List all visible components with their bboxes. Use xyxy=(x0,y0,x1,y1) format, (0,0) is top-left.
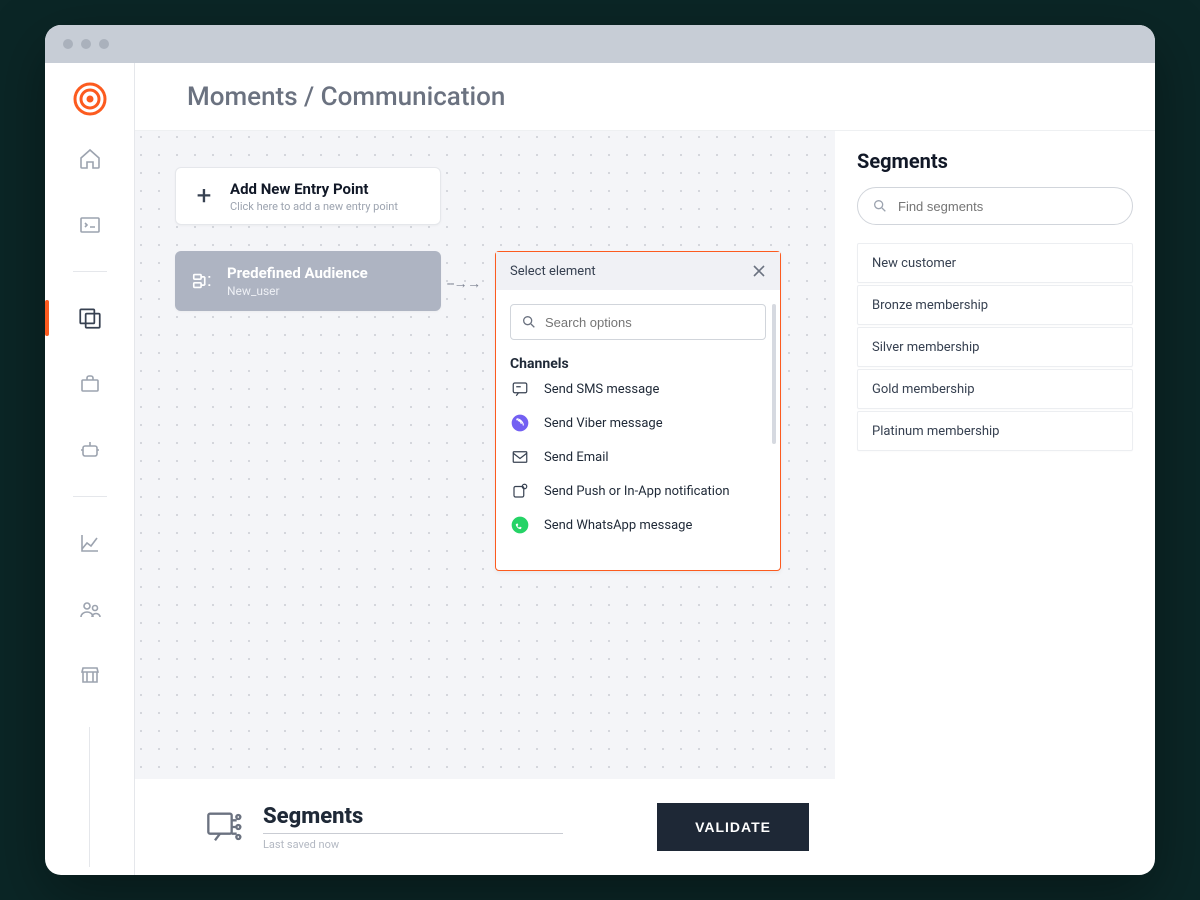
segments-search-input[interactable] xyxy=(898,199,1118,214)
canvas-footer: Segments Last saved now VALIDATE xyxy=(135,779,835,875)
email-icon xyxy=(510,447,530,467)
add-entry-point-node[interactable]: + Add New Entry Point Click here to add … xyxy=(175,167,441,225)
popup-scrollbar[interactable] xyxy=(772,304,776,444)
segment-label: New customer xyxy=(872,256,956,271)
popup-body: Channels Send SMS message xyxy=(496,290,780,570)
popup-search-input[interactable] xyxy=(545,315,755,330)
flow-canvas[interactable]: + Add New Entry Point Click here to add … xyxy=(135,131,835,875)
segment-label: Bronze membership xyxy=(872,298,988,313)
popup-search[interactable] xyxy=(510,304,766,340)
validate-button[interactable]: VALIDATE xyxy=(657,803,809,851)
segment-item[interactable]: Bronze membership xyxy=(857,285,1133,325)
workspace: + Add New Entry Point Click here to add … xyxy=(135,131,1155,875)
channel-label: Send WhatsApp message xyxy=(544,518,692,533)
main: Moments / Communication + Add New Entry … xyxy=(135,63,1155,875)
nav-people[interactable] xyxy=(66,585,114,633)
popup-header: Select element xyxy=(496,252,780,290)
segments-footer-icon xyxy=(205,807,245,847)
select-element-popup: Select element xyxy=(495,251,781,571)
nav-briefcase[interactable] xyxy=(66,360,114,408)
footer-left: Segments Last saved now xyxy=(205,804,563,851)
segments-search[interactable] xyxy=(857,187,1133,225)
app-logo xyxy=(72,81,108,117)
segment-item[interactable]: Silver membership xyxy=(857,327,1133,367)
audience-icon xyxy=(191,270,213,292)
nav-home[interactable] xyxy=(66,135,114,183)
nav-store[interactable] xyxy=(66,651,114,699)
connector-arrow: - - → → xyxy=(447,275,479,292)
footer-title[interactable]: Segments xyxy=(263,804,563,834)
popup-section-label: Channels xyxy=(510,356,766,372)
segment-item[interactable]: New customer xyxy=(857,243,1133,283)
app-window: Moments / Communication + Add New Entry … xyxy=(45,25,1155,875)
viber-icon xyxy=(510,413,530,433)
audience-subtitle: New_user xyxy=(227,284,368,298)
close-icon[interactable] xyxy=(752,264,766,278)
segment-label: Gold membership xyxy=(872,382,975,397)
search-icon xyxy=(521,314,537,330)
audience-title: Predefined Audience xyxy=(227,264,368,282)
window-dot xyxy=(99,39,109,49)
whatsapp-icon xyxy=(510,515,530,535)
sidebar xyxy=(45,63,135,875)
window-dot xyxy=(63,39,73,49)
nav-divider xyxy=(73,496,107,497)
nav-moments[interactable] xyxy=(66,294,114,342)
search-icon xyxy=(872,198,888,214)
channel-sms[interactable]: Send SMS message xyxy=(510,372,766,406)
channel-label: Send Push or In-App notification xyxy=(544,484,730,499)
entry-title: Add New Entry Point xyxy=(230,180,398,198)
predefined-audience-node[interactable]: Predefined Audience New_user xyxy=(175,251,441,311)
channel-push[interactable]: Send Push or In-App notification xyxy=(510,474,766,508)
popup-title: Select element xyxy=(510,264,596,279)
breadcrumb-text: Moments / Communication xyxy=(187,82,505,112)
footer-subtitle: Last saved now xyxy=(263,838,563,851)
channel-label: Send SMS message xyxy=(544,382,659,397)
segments-title: Segments xyxy=(857,149,1133,173)
segment-label: Silver membership xyxy=(872,340,979,355)
push-icon xyxy=(510,481,530,501)
channel-viber[interactable]: Send Viber message xyxy=(510,406,766,440)
segment-item[interactable]: Gold membership xyxy=(857,369,1133,409)
channel-label: Send Email xyxy=(544,450,609,465)
window-dot xyxy=(81,39,91,49)
nav-bot[interactable] xyxy=(66,426,114,474)
nav-divider xyxy=(73,271,107,272)
nav-terminal[interactable] xyxy=(66,201,114,249)
segment-label: Platinum membership xyxy=(872,424,999,439)
app-body: Moments / Communication + Add New Entry … xyxy=(45,63,1155,875)
canvas-wrap: + Add New Entry Point Click here to add … xyxy=(135,131,835,875)
nav-analytics[interactable] xyxy=(66,519,114,567)
channel-label: Send Viber message xyxy=(544,416,663,431)
channel-email[interactable]: Send Email xyxy=(510,440,766,474)
entry-subtitle: Click here to add a new entry point xyxy=(230,200,398,213)
titlebar xyxy=(45,25,1155,63)
segments-panel: Segments New customer Bronze membership … xyxy=(835,131,1155,875)
plus-icon: + xyxy=(192,181,216,211)
sms-icon xyxy=(510,379,530,399)
breadcrumb: Moments / Communication xyxy=(135,63,1155,131)
channel-whatsapp[interactable]: Send WhatsApp message xyxy=(510,508,766,542)
nav-divider xyxy=(89,727,90,867)
segment-item[interactable]: Platinum membership xyxy=(857,411,1133,451)
